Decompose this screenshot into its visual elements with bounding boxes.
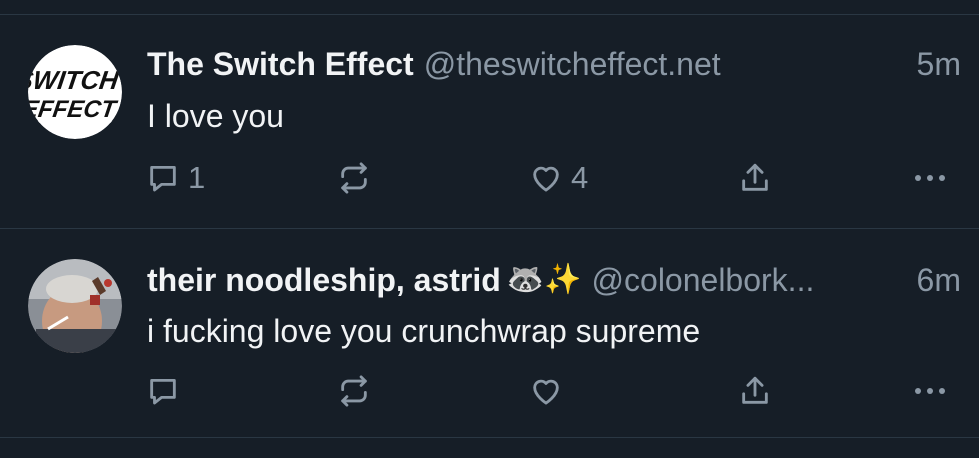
more-icon <box>912 161 948 195</box>
post-text: I love you <box>147 98 284 134</box>
reply-icon <box>146 374 180 408</box>
switch-effect-logo: SWITCH EFFECT <box>28 45 122 139</box>
post-actions: 1 4 <box>0 156 979 200</box>
post[interactable]: their noodleship, astrid 🦝✨ @colonelbork… <box>0 229 979 437</box>
profile-photo <box>28 259 122 353</box>
avatar[interactable] <box>28 259 122 353</box>
feed: SWITCH EFFECT The Switch Effect @theswit… <box>0 0 979 458</box>
like-button[interactable] <box>529 369 571 413</box>
repost-button[interactable] <box>337 369 371 413</box>
handle[interactable]: @colonelbork... <box>592 260 907 300</box>
share-button[interactable] <box>738 369 772 413</box>
share-icon <box>738 374 772 408</box>
more-icon <box>912 374 948 408</box>
divider <box>0 437 979 438</box>
like-icon <box>529 374 563 408</box>
reply-count: 1 <box>188 160 206 195</box>
share-icon <box>738 161 772 195</box>
reply-button[interactable]: 1 <box>146 156 205 200</box>
reply-icon <box>146 161 180 195</box>
like-icon <box>529 161 563 195</box>
post-header: The Switch Effect @theswitcheffect.net 5… <box>147 44 961 84</box>
more-button[interactable] <box>912 369 948 413</box>
post-actions <box>0 369 979 413</box>
timestamp[interactable]: 5m <box>917 44 961 84</box>
name-emoji: 🦝✨ <box>506 263 582 296</box>
more-button[interactable] <box>912 156 948 200</box>
reply-button[interactable] <box>146 369 188 413</box>
repost-button[interactable] <box>337 156 371 200</box>
repost-icon <box>337 374 371 408</box>
svg-text:EFFECT: EFFECT <box>28 96 120 123</box>
display-name[interactable]: their noodleship, astrid <box>147 260 501 300</box>
timestamp[interactable]: 6m <box>917 260 961 300</box>
svg-text:SWITCH: SWITCH <box>28 65 122 95</box>
post-header: their noodleship, astrid 🦝✨ @colonelbork… <box>147 260 961 300</box>
post-text: i fucking love you crunchwrap supreme <box>147 313 701 349</box>
like-button[interactable]: 4 <box>529 156 588 200</box>
avatar[interactable]: SWITCH EFFECT <box>28 45 122 139</box>
like-count: 4 <box>571 160 589 195</box>
handle[interactable]: @theswitcheffect.net <box>424 44 907 84</box>
display-name[interactable]: The Switch Effect <box>147 44 414 84</box>
repost-icon <box>337 161 371 195</box>
post[interactable]: SWITCH EFFECT The Switch Effect @theswit… <box>0 15 979 228</box>
share-button[interactable] <box>738 156 772 200</box>
